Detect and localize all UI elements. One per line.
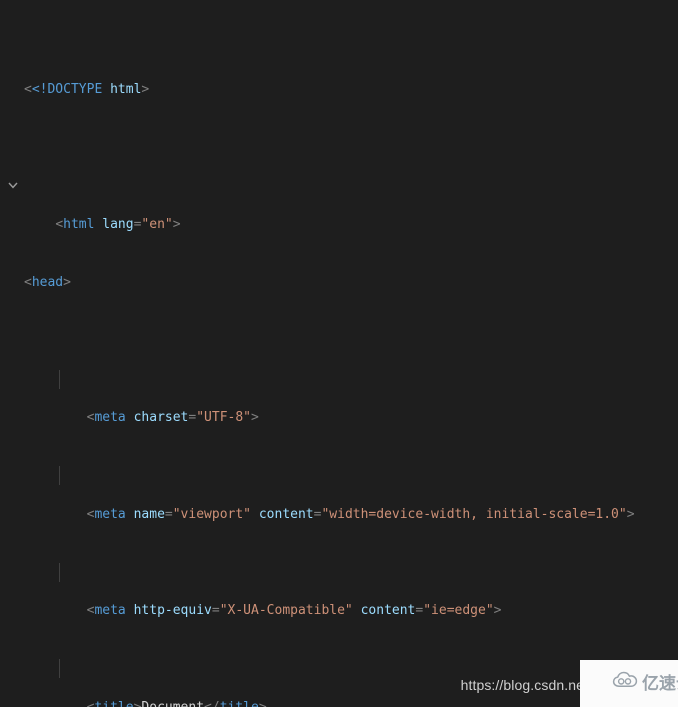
code-line[interactable]: <meta http-equiv="X-UA-Compatible" conte… (0, 562, 678, 618)
attr-http-equiv: http-equiv (133, 603, 212, 619)
attr-lang: lang (102, 217, 134, 233)
watermark-brand-text: 亿速云 (641, 673, 678, 693)
attr-charset: charset (133, 410, 189, 426)
watermark-logo: 亿速云 (580, 660, 678, 707)
code-line[interactable]: <head> (0, 273, 678, 292)
code-editor[interactable]: <<!DOCTYPE html> <html lang="en"> <head>… (0, 0, 678, 707)
attr-content: content (360, 603, 416, 619)
attr-name-value: "viewport" (172, 506, 252, 522)
tag-meta: meta (94, 603, 126, 619)
doctype-keyword: <!DOCTYPE (31, 82, 103, 98)
doctype-name: html (110, 82, 142, 98)
fold-chevron-icon[interactable] (6, 177, 20, 196)
code-line[interactable]: <<!DOCTYPE html> (0, 80, 678, 99)
cloud-icon (565, 652, 638, 707)
code-line[interactable]: <meta charset="UTF-8"> (0, 369, 678, 425)
code-line[interactable]: <meta name="viewport" content="width=dev… (0, 466, 678, 522)
tag-head: head (31, 275, 64, 291)
tag-title: title (94, 700, 133, 707)
attr-content: content (258, 506, 314, 522)
tag-title-close: title (220, 700, 259, 707)
attr-charset-value: "UTF-8" (196, 410, 252, 426)
attr-lang-value: "en" (141, 217, 173, 233)
attr-content-value-2: "ie=edge" (423, 603, 494, 619)
tag-meta: meta (94, 410, 126, 426)
doctype-open: < (24, 82, 32, 98)
attr-http-equiv-value: "X-UA-Compatible" (219, 603, 353, 619)
attr-name: name (133, 506, 165, 522)
attr-content-value: "width=device-width, initial-scale=1.0" (321, 506, 627, 522)
tag-html: html (63, 217, 95, 233)
code-line[interactable]: <html lang="en"> (0, 177, 678, 232)
title-text: Document (141, 700, 204, 707)
tag-meta: meta (94, 506, 126, 522)
